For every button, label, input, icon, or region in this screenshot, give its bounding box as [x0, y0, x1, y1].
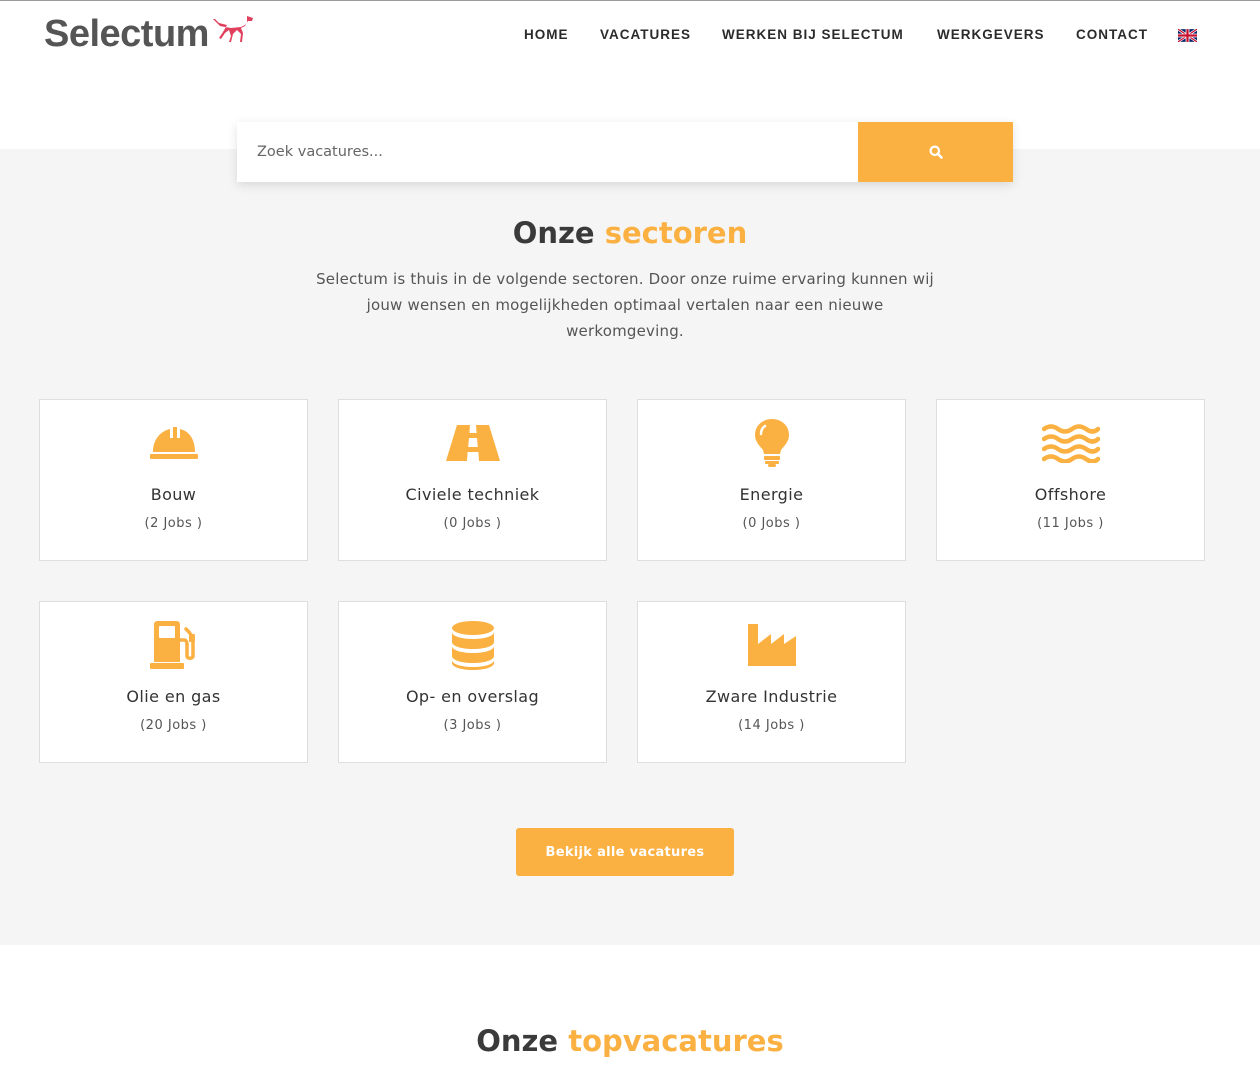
- nav-werken-bij-selectum[interactable]: WERKEN BIJ SELECTUM: [722, 27, 904, 42]
- sectors-intro: Selectum is thuis in de volgende sectore…: [316, 270, 934, 340]
- sector-card-offshore[interactable]: Offshore (11 Jobs ): [936, 399, 1205, 561]
- logo[interactable]: Selectum: [44, 13, 255, 56]
- sector-name: Op- en overslag: [405, 687, 540, 706]
- search-input[interactable]: [237, 122, 858, 182]
- database-stack-icon: [339, 621, 606, 670]
- logo-text: Selectum: [44, 13, 209, 55]
- search-icon: [929, 145, 943, 159]
- water-waves-icon: [937, 420, 1204, 466]
- sector-name: Bouw: [150, 485, 197, 504]
- sector-card-civiele-techniek[interactable]: Civiele techniek (0 Jobs ): [338, 399, 607, 561]
- sector-job-count: (2 Jobs ): [144, 516, 203, 531]
- sector-job-count: (3 Jobs ): [443, 718, 502, 733]
- nav-werkgevers[interactable]: WERKGEVERS: [937, 27, 1045, 42]
- sector-job-count: (14 Jobs ): [738, 718, 805, 733]
- sectors-title-accent: sectoren: [604, 216, 748, 250]
- sector-card-energie[interactable]: Energie (0 Jobs ): [637, 399, 906, 561]
- sector-name: Offshore: [1034, 485, 1107, 504]
- uk-flag-icon[interactable]: [1178, 29, 1197, 42]
- gas-pump-icon: [40, 621, 307, 669]
- sector-job-count: (0 Jobs ): [742, 516, 801, 531]
- nav-contact[interactable]: CONTACT: [1076, 27, 1148, 42]
- sector-card-olie-en-gas[interactable]: Olie en gas (20 Jobs ): [39, 601, 308, 763]
- road-icon: [339, 420, 606, 466]
- view-all-vacancies-button[interactable]: Bekijk alle vacatures: [516, 828, 734, 876]
- topvacatures-title: Onze topvacatures: [0, 1024, 1260, 1058]
- sector-card-bouw[interactable]: Bouw (2 Jobs ): [39, 399, 308, 561]
- sector-card-op-en-overslag[interactable]: Op- en overslag (3 Jobs ): [338, 601, 607, 763]
- topvacatures-title-plain: Onze: [476, 1024, 559, 1058]
- sector-name: Civiele techniek: [405, 485, 540, 504]
- sector-name: Energie: [739, 485, 804, 504]
- sector-job-count: (20 Jobs ): [140, 718, 207, 733]
- nav-home[interactable]: HOME: [524, 27, 569, 42]
- search-bar: [237, 122, 1013, 182]
- nav-vacatures[interactable]: VACATURES: [600, 27, 691, 42]
- hard-hat-icon: [40, 420, 307, 466]
- sector-name: Zware Industrie: [705, 687, 838, 706]
- sectors-title: Onze sectoren: [0, 216, 1260, 250]
- topvacatures-title-accent: topvacatures: [568, 1024, 784, 1058]
- sector-name: Olie en gas: [126, 687, 221, 706]
- sector-job-count: (0 Jobs ): [443, 516, 502, 531]
- sector-job-count: (11 Jobs ): [1037, 516, 1104, 531]
- sectors-title-plain: Onze: [512, 216, 595, 250]
- search-button[interactable]: [858, 122, 1013, 182]
- sector-card-zware-industrie[interactable]: Zware Industrie (14 Jobs ): [637, 601, 906, 763]
- lightbulb-icon: [638, 419, 905, 467]
- dog-logo-icon: [212, 15, 253, 42]
- factory-icon: [638, 622, 905, 668]
